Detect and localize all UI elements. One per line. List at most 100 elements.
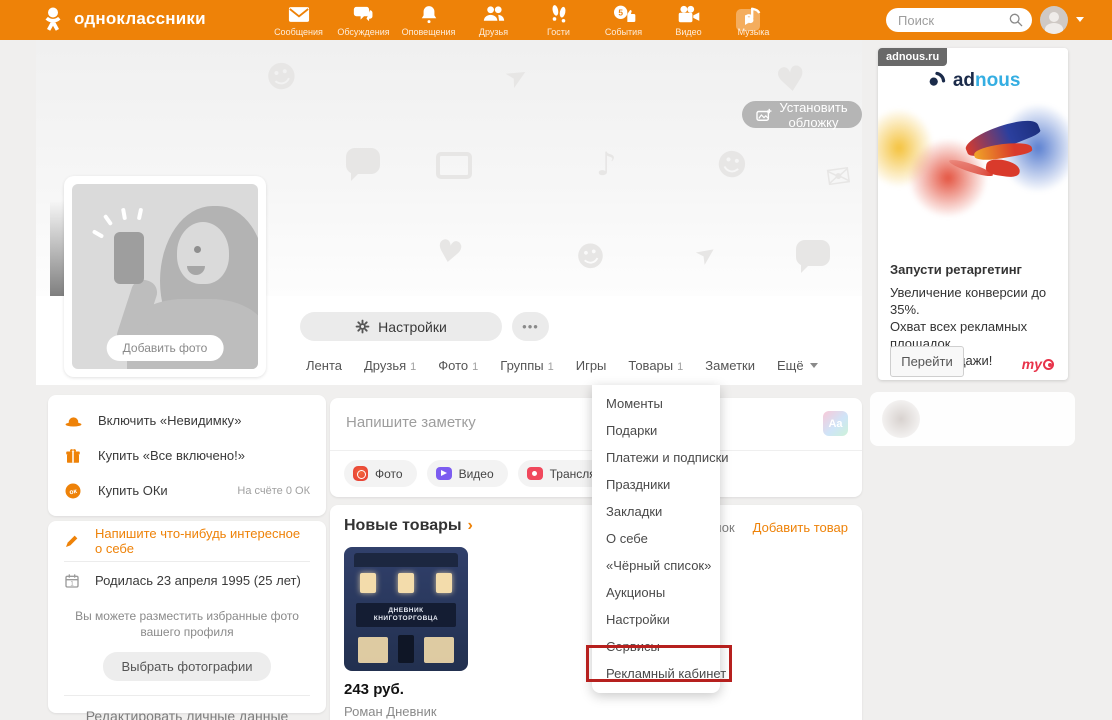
search-icon[interactable]: [1008, 12, 1024, 28]
search-input[interactable]: [898, 13, 1008, 28]
tab-products[interactable]: Товары1: [628, 358, 683, 373]
nav-guests[interactable]: Гости: [526, 2, 591, 37]
menu-item-holidays[interactable]: Праздники: [592, 471, 720, 498]
nav-messages[interactable]: Сообщения: [266, 2, 331, 37]
avatar-placeholder-blob: [882, 400, 920, 438]
menu-item-services[interactable]: Сервисы: [592, 633, 720, 660]
topbar: одноклассники Сообщения Обсуждения Опове…: [0, 0, 1112, 40]
ad-cta-button[interactable]: Перейти: [890, 346, 964, 377]
chevron-down-icon: [810, 363, 818, 368]
nav-video[interactable]: Видео: [656, 2, 721, 37]
buy-all-inclusive-item[interactable]: Купить «Все включено!»: [64, 438, 310, 473]
menu-item-auctions[interactable]: Аукционы: [592, 579, 720, 606]
ok-logo[interactable]: одноклассники: [40, 5, 206, 33]
profile-tabs: Лента Друзья1 Фото1 Группы1 Игры Товары1…: [306, 358, 818, 373]
video-play-promo-button[interactable]: [736, 9, 760, 31]
add-photo-button[interactable]: Добавить фото: [107, 335, 224, 361]
enable-invisible-mode-item[interactable]: Включить «Невидимку»: [64, 403, 310, 438]
featured-photos-hint: Вы можете разместить избранные фото ваше…: [64, 608, 310, 640]
account-menu-caret-icon[interactable]: [1076, 17, 1084, 22]
heart-pattern-icon: [433, 233, 466, 272]
gear-icon: [355, 319, 370, 334]
pencil-icon: [64, 533, 86, 549]
product-price: 243 руб.: [344, 681, 404, 698]
tab-friends[interactable]: Друзья1: [364, 358, 416, 373]
footprints-icon: [526, 2, 591, 26]
menu-item-ad-cabinet[interactable]: Рекламный кабинет: [592, 660, 720, 687]
two-people-icon: [461, 2, 526, 26]
smiley-pattern-icon: [573, 238, 607, 276]
set-cover-icon: [756, 108, 772, 122]
menu-item-bookmarks[interactable]: Закладки: [592, 498, 720, 525]
menu-item-payments[interactable]: Платежи и подписки: [592, 444, 720, 471]
menu-item-settings[interactable]: Настройки: [592, 606, 720, 633]
choose-photos-button[interactable]: Выбрать фотографии: [103, 652, 270, 681]
tab-photos[interactable]: Фото1: [438, 358, 478, 373]
nav-notifications[interactable]: Оповещения: [396, 2, 461, 37]
search-box: [886, 8, 1032, 32]
bubble-pattern-icon: [346, 148, 380, 174]
music-pattern-icon: [596, 145, 616, 183]
profile-more-button[interactable]: •••: [512, 312, 549, 341]
bell-icon: [396, 2, 461, 26]
tab-notes[interactable]: Заметки: [705, 358, 755, 373]
text-style-aa-button[interactable]: Aa: [823, 411, 848, 436]
movie-camera-icon: [656, 2, 721, 26]
smiley-pattern-icon: [263, 57, 301, 98]
ok-profile-page: Установить обложку Настройки ••• Лента Д…: [0, 0, 1112, 720]
menu-item-moments[interactable]: Моменты: [592, 390, 720, 417]
buy-ok-coins-item[interactable]: ок Купить ОКи На счёте 0 ОК: [64, 473, 310, 508]
photo-pattern-icon: [436, 152, 472, 179]
ad-banner-card[interactable]: adnous.ru adnous Запусти ретаргетинг Уве…: [878, 48, 1068, 380]
ok-coin-icon: ок: [64, 482, 86, 500]
composer-attachments: Фото Видео Трансляция: [344, 460, 630, 487]
tab-games[interactable]: Игры: [576, 358, 607, 373]
svg-text:5: 5: [618, 7, 623, 17]
loading-placeholder-card: [870, 392, 1075, 446]
tab-more[interactable]: Ещё: [777, 358, 818, 373]
tab-groups[interactable]: Группы1: [500, 358, 553, 373]
set-cover-button[interactable]: Установить обложку: [742, 101, 862, 128]
ad-image: adnous: [878, 48, 1068, 232]
ok-logo-icon: [40, 5, 66, 33]
target-icon: [1043, 359, 1054, 370]
write-about-yourself-link[interactable]: Напишите что-нибудь интересное о себе: [64, 521, 310, 561]
play-icon: [745, 15, 753, 25]
attach-video-button[interactable]: Видео: [427, 460, 508, 487]
product-seller[interactable]: Роман Дневник: [344, 704, 437, 719]
ad-title: Запусти ретаргетинг: [890, 262, 1022, 277]
video-icon: [436, 467, 452, 480]
menu-item-about[interactable]: О себе: [592, 525, 720, 552]
tab-feed[interactable]: Лента: [306, 358, 342, 373]
hat-icon: [64, 413, 86, 428]
nav-events[interactable]: 5 События: [591, 2, 656, 37]
chevron-right-icon: ›: [468, 517, 473, 534]
add-product-link[interactable]: Добавить товар: [753, 520, 848, 535]
menu-item-gifts[interactable]: Подарки: [592, 417, 720, 444]
mytarget-logo: my: [1022, 356, 1054, 372]
heart-pattern-icon: [773, 58, 809, 102]
profile-settings-button[interactable]: Настройки: [300, 312, 502, 341]
attach-photo-button[interactable]: Фото: [344, 460, 417, 487]
quick-actions-card: Включить «Невидимку» Купить «Все включен…: [48, 395, 326, 516]
adnous-logo: adnous: [878, 70, 1068, 92]
nav-discussions[interactable]: Обсуждения: [331, 2, 396, 37]
about-card: Напишите что-нибудь интересное о себе 1 …: [48, 521, 326, 713]
edit-personal-data-link[interactable]: Редактировать личные данные: [64, 696, 310, 720]
envelope-icon: [266, 2, 331, 26]
smiley-pattern-icon: [713, 146, 750, 186]
gift-icon: [64, 447, 86, 465]
new-products-title[interactable]: Новые товары›: [344, 517, 473, 535]
menu-item-blacklist[interactable]: «Чёрный список»: [592, 552, 720, 579]
brand-name: одноклассники: [74, 9, 206, 29]
calendar-icon: 1: [64, 573, 86, 589]
product-image-book-cover[interactable]: ДНЕВНИККНИГОТОРГОВЦА: [344, 547, 468, 671]
chat-bubbles-icon: [331, 2, 396, 26]
user-avatar[interactable]: [1040, 6, 1068, 34]
nav-friends[interactable]: Друзья: [461, 2, 526, 37]
adnous-logo-mark: [926, 70, 953, 91]
topbar-nav: Сообщения Обсуждения Оповещения Друзья: [266, 2, 786, 37]
photo-icon: [353, 466, 368, 481]
ad-domain-badge: adnous.ru: [878, 48, 947, 66]
ok-balance: На счёте 0 ОК: [237, 485, 310, 497]
